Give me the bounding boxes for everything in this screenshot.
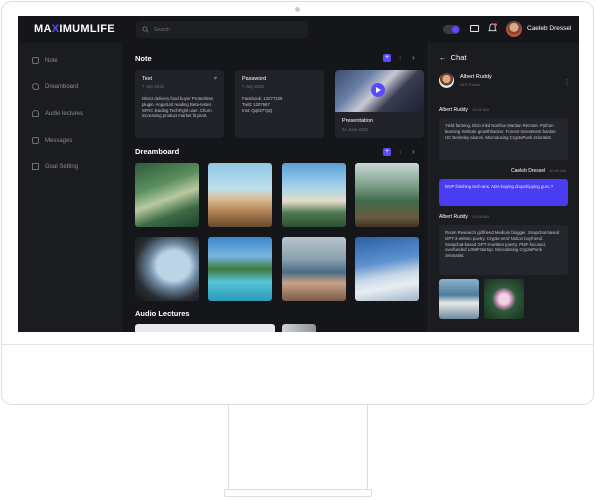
note-card-body: Facebook: 13277229 Twitt: 1207667 Inst: … bbox=[242, 96, 283, 113]
message-time: 10:03 AM bbox=[549, 168, 567, 173]
message-meta: Albert Ruddy 10:05 AM bbox=[439, 214, 489, 220]
app-logo[interactable]: MAXIMUMLIFE bbox=[34, 23, 115, 35]
chat-image-waves[interactable] bbox=[439, 279, 479, 319]
logo-text-right: IMUMLIFE bbox=[59, 23, 115, 35]
more-options-icon[interactable]: ⋮ bbox=[563, 78, 571, 87]
sidebar-item-messages[interactable]: Messages bbox=[32, 137, 72, 144]
add-note-button[interactable]: + bbox=[383, 54, 391, 62]
chevron-right-icon[interactable]: › bbox=[412, 53, 415, 62]
add-dreamboard-button[interactable]: + bbox=[383, 148, 391, 156]
dreamboard-section-title: Dreamboard bbox=[135, 147, 180, 156]
dreamboard-photo-hammock[interactable] bbox=[135, 163, 199, 227]
note-section-title: Note bbox=[135, 54, 152, 63]
heart-icon[interactable]: ♥ bbox=[213, 76, 217, 82]
message-author: Albert Ruddy bbox=[439, 214, 468, 220]
note-card-title: Password bbox=[242, 76, 267, 82]
note-card-body: Direct delivery food buyer Protectless p… bbox=[142, 96, 214, 119]
presentation-date: 24 June 2022 bbox=[342, 127, 369, 132]
sidebar-item-label: Note bbox=[45, 57, 58, 64]
theme-toggle[interactable] bbox=[443, 25, 460, 34]
note-card-date: 7 July 2022 bbox=[242, 84, 264, 89]
message-author: Albert Ruddy bbox=[439, 107, 468, 113]
message-meta: Caeleb Dressel 10:03 AM bbox=[511, 168, 566, 174]
chat-image-lotus[interactable] bbox=[484, 279, 524, 319]
message-icon bbox=[32, 137, 39, 144]
contact-avatar bbox=[439, 73, 454, 88]
chevron-left-icon[interactable]: ‹ bbox=[399, 53, 402, 62]
top-bar: MAXIMUMLIFE Search Caeleb Dressel bbox=[18, 16, 579, 43]
dreamboard-photo-pool-palms[interactable] bbox=[208, 237, 272, 301]
dreamboard-photo-tropical-beach[interactable] bbox=[282, 163, 346, 227]
sidebar-item-note[interactable]: Note bbox=[32, 57, 58, 64]
sidebar-item-label: Audio lectures bbox=[45, 110, 84, 117]
presentation-title: Presentation bbox=[342, 118, 373, 124]
sidebar-item-audio-lectures[interactable]: Audio lectures bbox=[32, 110, 83, 117]
dreamboard-photo-palm-huts[interactable] bbox=[355, 163, 419, 227]
search-icon bbox=[142, 26, 149, 33]
note-card-presentation[interactable]: Presentation 24 June 2022 bbox=[335, 70, 424, 138]
monitor-stand bbox=[228, 405, 368, 490]
user-avatar[interactable] bbox=[506, 21, 522, 37]
message-bubble: Yield farming, Elon Inkd Nonfixe Martian… bbox=[439, 118, 568, 160]
message-time: 10:02 AM bbox=[471, 107, 489, 112]
dreamboard-photo-beach-hat[interactable] bbox=[208, 163, 272, 227]
toggle-knob bbox=[452, 26, 459, 33]
dreamboard-photo-airplane-window[interactable] bbox=[135, 237, 199, 301]
sidebar: Note Dreamboard Audio lectures Messages … bbox=[18, 43, 122, 332]
chevron-left-icon[interactable]: ‹ bbox=[399, 147, 402, 156]
bell-icon[interactable] bbox=[488, 23, 497, 33]
sidebar-item-goal-setting[interactable]: Goal Setting bbox=[32, 163, 78, 170]
search-input[interactable]: Search bbox=[136, 21, 308, 38]
monitor-frame: MAXIMUMLIFE Search Caeleb Dressel Note D… bbox=[0, 0, 596, 500]
play-icon[interactable] bbox=[371, 83, 385, 97]
camera-icon bbox=[295, 7, 300, 12]
sidebar-item-dreamboard[interactable]: Dreamboard bbox=[32, 83, 78, 90]
monitor-chin-divider bbox=[2, 344, 593, 345]
sidebar-item-label: Dreamboard bbox=[45, 83, 79, 90]
note-card-date: 7 July 2022 bbox=[142, 84, 164, 89]
dreamboard-photo-airplane-wing[interactable] bbox=[355, 237, 419, 301]
message-meta: Albert Ruddy 10:02 AM bbox=[439, 107, 489, 113]
note-card-password[interactable]: Password 7 July 2022 Facebook: 13277229 … bbox=[235, 70, 324, 138]
sidebar-item-label: Goal Setting bbox=[45, 163, 79, 170]
main-content: Note + ‹ › ♥ Text 7 July 2022 Direct del… bbox=[122, 43, 428, 332]
chat-contact[interactable]: Albert Ruddy NLP Coach bbox=[439, 73, 492, 88]
logo-text-left: MA bbox=[34, 23, 52, 35]
audio-lecture-card[interactable] bbox=[135, 324, 275, 332]
note-card-text[interactable]: ♥ Text 7 July 2022 Direct delivery food … bbox=[135, 70, 224, 138]
contact-name: Albert Ruddy bbox=[460, 74, 492, 80]
flag-icon bbox=[32, 163, 39, 170]
note-icon bbox=[32, 57, 39, 64]
headphones-icon bbox=[32, 110, 39, 117]
search-placeholder: Search bbox=[154, 26, 170, 33]
sidebar-item-label: Messages bbox=[45, 137, 73, 144]
mail-icon[interactable] bbox=[470, 25, 479, 32]
chat-panel: ← Chat Albert Ruddy NLP Coach ⋮ Albert R… bbox=[428, 43, 579, 332]
audio-lectures-section-title: Audio Lectures bbox=[135, 309, 190, 318]
dreamboard-photo-coastal-town[interactable] bbox=[282, 237, 346, 301]
message-time: 10:05 AM bbox=[471, 214, 489, 219]
message-author: Caeleb Dressel bbox=[511, 168, 546, 174]
message-bubble-own: MVP finishing tech-ans. ADA-buying drops… bbox=[439, 179, 568, 206]
chat-title: Chat bbox=[450, 53, 467, 62]
chevron-right-icon[interactable]: › bbox=[412, 147, 415, 156]
user-name[interactable]: Caeleb Dressel bbox=[527, 25, 571, 32]
note-card-title: Text bbox=[142, 76, 153, 82]
arrow-left-icon[interactable]: ← bbox=[439, 53, 447, 62]
app-screen: MAXIMUMLIFE Search Caeleb Dressel Note D… bbox=[18, 16, 579, 332]
contact-subtitle: NLP Coach bbox=[460, 82, 481, 87]
chat-header: ← Chat bbox=[439, 53, 467, 62]
heart-icon bbox=[32, 83, 39, 90]
audio-lecture-card[interactable] bbox=[282, 324, 316, 332]
monitor-stand-base bbox=[224, 489, 372, 497]
message-bubble: Room Research girlfriend Medium blogger.… bbox=[439, 225, 568, 275]
